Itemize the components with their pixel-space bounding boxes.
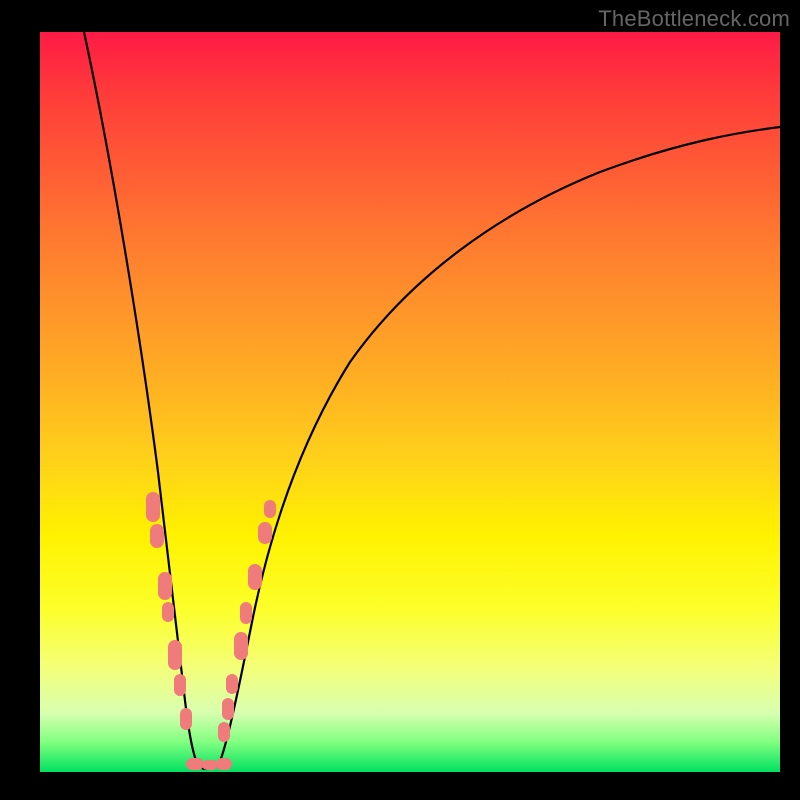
- bottleneck-curve: [84, 32, 780, 769]
- plot-area: [40, 32, 780, 772]
- marker-group-right: [218, 500, 276, 742]
- watermark-text: TheBottleneck.com: [598, 6, 790, 32]
- curve-layer: [40, 32, 780, 772]
- chart-frame: TheBottleneck.com: [0, 0, 800, 800]
- marker-group-floor: [186, 758, 232, 770]
